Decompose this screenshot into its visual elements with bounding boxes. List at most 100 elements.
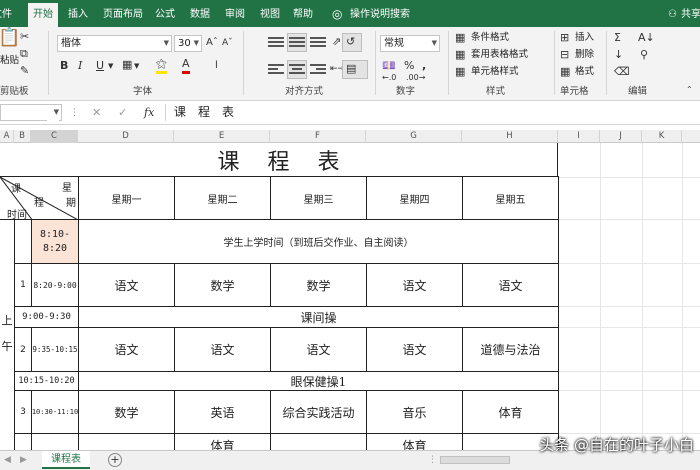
period-number[interactable]: 2 <box>14 327 32 372</box>
format-cells-button[interactable]: 格式 <box>575 65 594 79</box>
column-header-f[interactable]: F <box>270 130 366 143</box>
border-icon[interactable]: ▦ <box>122 58 132 72</box>
weekday-header[interactable]: 星期一 <box>78 176 175 220</box>
sheet-grid[interactable]: 课 程 表 课 程 星 期 时间 星期一 星期二 星期三 星期四 星期五 上午 … <box>0 143 700 450</box>
subject-cell[interactable]: 音乐 <box>366 390 463 434</box>
subject-cell[interactable]: 语文 <box>462 263 559 307</box>
insert-function-button[interactable]: fx <box>144 106 154 120</box>
period-time[interactable]: 8:20-9:00 <box>31 263 79 307</box>
delete-cells-button[interactable]: 删除 <box>575 48 594 62</box>
subject-cell[interactable]: 语文 <box>78 263 175 307</box>
tab-home[interactable]: 开始 <box>28 3 58 27</box>
weekday-header[interactable]: 星期三 <box>270 176 367 220</box>
period-time-cell[interactable] <box>31 433 79 450</box>
autosum-icon[interactable]: Σ <box>614 31 621 45</box>
font-color-icon[interactable]: A <box>182 57 190 74</box>
align-bottom-icon[interactable] <box>310 37 326 49</box>
cancel-icon[interactable]: ✕ <box>92 106 101 120</box>
chevron-down-icon[interactable]: ▼ <box>134 59 139 73</box>
period-number[interactable]: 3 <box>14 390 32 434</box>
period-time[interactable]: 10:30-11:10 <box>31 390 79 434</box>
fill-color-icon[interactable]: ⚝ <box>156 57 167 74</box>
paste-button[interactable]: 粘贴 <box>0 54 19 68</box>
column-header-j[interactable]: J <box>600 130 642 143</box>
column-header-h[interactable]: H <box>462 130 558 143</box>
format-painter-icon[interactable]: ✎ <box>20 64 29 78</box>
font-name-select[interactable]: 楷体 ▼ <box>57 35 172 52</box>
insert-cells-button[interactable]: 插入 <box>575 31 594 45</box>
paste-icon[interactable]: 📋 <box>0 29 20 47</box>
weekday-header[interactable]: 星期五 <box>462 176 559 220</box>
orientation-icon[interactable]: ⇗ <box>332 35 341 49</box>
corner-header-cell[interactable]: 课 程 星 期 时间 <box>0 176 79 220</box>
find-icon[interactable]: ⚲ <box>640 48 648 62</box>
period-time[interactable]: 9:35-10:15 <box>31 327 79 372</box>
share-button[interactable]: 共享 <box>681 0 700 27</box>
subject-cell[interactable]: 语文 <box>366 263 463 307</box>
add-sheet-icon[interactable]: + <box>108 453 122 467</box>
eye-exercise-time[interactable]: 10:15-10:20 <box>14 371 79 391</box>
tab-file[interactable]: 文件 <box>0 0 12 27</box>
subject-cell[interactable]: 道德与法治 <box>462 327 559 372</box>
horizontal-scrollbar[interactable] <box>440 456 510 464</box>
weekday-header[interactable]: 星期二 <box>174 176 271 220</box>
period-number-cell[interactable] <box>14 219 32 264</box>
tab-insert[interactable]: 插入 <box>68 0 88 27</box>
formula-input[interactable]: 课程表 <box>165 104 700 121</box>
align-left-icon[interactable] <box>268 64 284 76</box>
tab-formulas[interactable]: 公式 <box>155 0 175 27</box>
subject-cell[interactable]: 语文 <box>366 327 463 372</box>
name-box[interactable]: ▼ <box>0 104 62 122</box>
arrival-note[interactable]: 学生上学时间（到班后交作业、自主阅读） <box>78 219 559 264</box>
period-number[interactable]: 1 <box>14 263 32 307</box>
sheet-tab[interactable]: 课程表 <box>42 451 90 469</box>
copy-icon[interactable]: ⧉ <box>20 47 28 61</box>
column-header-e[interactable]: E <box>174 130 270 143</box>
column-header-a[interactable]: A <box>0 130 14 143</box>
decrease-font-icon[interactable]: Aˇ <box>222 36 233 50</box>
align-top-icon[interactable] <box>268 37 284 49</box>
cut-icon[interactable]: ✂ <box>20 30 29 44</box>
bold-icon[interactable]: B <box>60 59 68 73</box>
font-size-select[interactable]: 30 ▼ <box>174 35 202 52</box>
eye-exercise-label[interactable]: 眼保健操1 <box>78 371 559 391</box>
column-header-g[interactable]: G <box>366 130 462 143</box>
scroll-right-icon[interactable]: ▶ <box>20 453 27 467</box>
tab-page-layout[interactable]: 页面布局 <box>103 0 143 27</box>
fill-icon[interactable]: ↓ <box>614 48 623 62</box>
clear-icon[interactable]: ⌫ <box>614 65 630 79</box>
conditional-format-button[interactable]: 条件格式 <box>471 31 509 45</box>
chevron-down-icon[interactable]: ▼ <box>108 59 113 73</box>
tell-me-search[interactable]: 操作说明搜索 <box>350 0 410 27</box>
sort-filter-icon[interactable]: A↓ <box>638 31 655 45</box>
subject-cell[interactable]: 体育 <box>366 433 463 450</box>
underline-icon[interactable]: U <box>96 59 104 73</box>
cell-styles-button[interactable]: 单元格样式 <box>471 65 519 79</box>
tab-data[interactable]: 数据 <box>190 0 210 27</box>
increase-decimal-icon[interactable]: ←.0 <box>382 71 396 85</box>
column-header-b[interactable]: B <box>14 130 31 143</box>
align-right-icon[interactable] <box>310 64 326 76</box>
collapse-ribbon-icon[interactable]: ⌃ <box>686 83 693 97</box>
increase-font-icon[interactable]: Aˆ <box>206 36 218 50</box>
column-header-k[interactable]: K <box>642 130 682 143</box>
subject-cell[interactable] <box>270 433 367 450</box>
scroll-left-icon[interactable]: ◀ <box>4 453 11 467</box>
subject-cell[interactable]: 英语 <box>174 390 271 434</box>
column-header-d[interactable]: D <box>78 130 174 143</box>
break-time[interactable]: 9:00-9:30 <box>14 306 79 328</box>
morning-label[interactable]: 上午 <box>0 219 15 450</box>
tab-review[interactable]: 审阅 <box>225 0 245 27</box>
subject-cell[interactable]: 语文 <box>270 327 367 372</box>
italic-icon[interactable]: I <box>78 59 82 73</box>
subject-cell[interactable]: 语文 <box>174 327 271 372</box>
subject-cell[interactable]: 体育 <box>174 433 271 450</box>
format-as-table-button[interactable]: 套用表格格式 <box>471 48 528 62</box>
tab-view[interactable]: 视图 <box>260 0 280 27</box>
subject-cell[interactable]: 数学 <box>78 390 175 434</box>
subject-cell[interactable]: 语文 <box>78 327 175 372</box>
subject-cell[interactable]: 数学 <box>174 263 271 307</box>
subject-cell[interactable]: 体育 <box>462 390 559 434</box>
subject-cell[interactable]: 数学 <box>270 263 367 307</box>
arrival-time[interactable]: 8:10-8:20 <box>31 219 79 264</box>
